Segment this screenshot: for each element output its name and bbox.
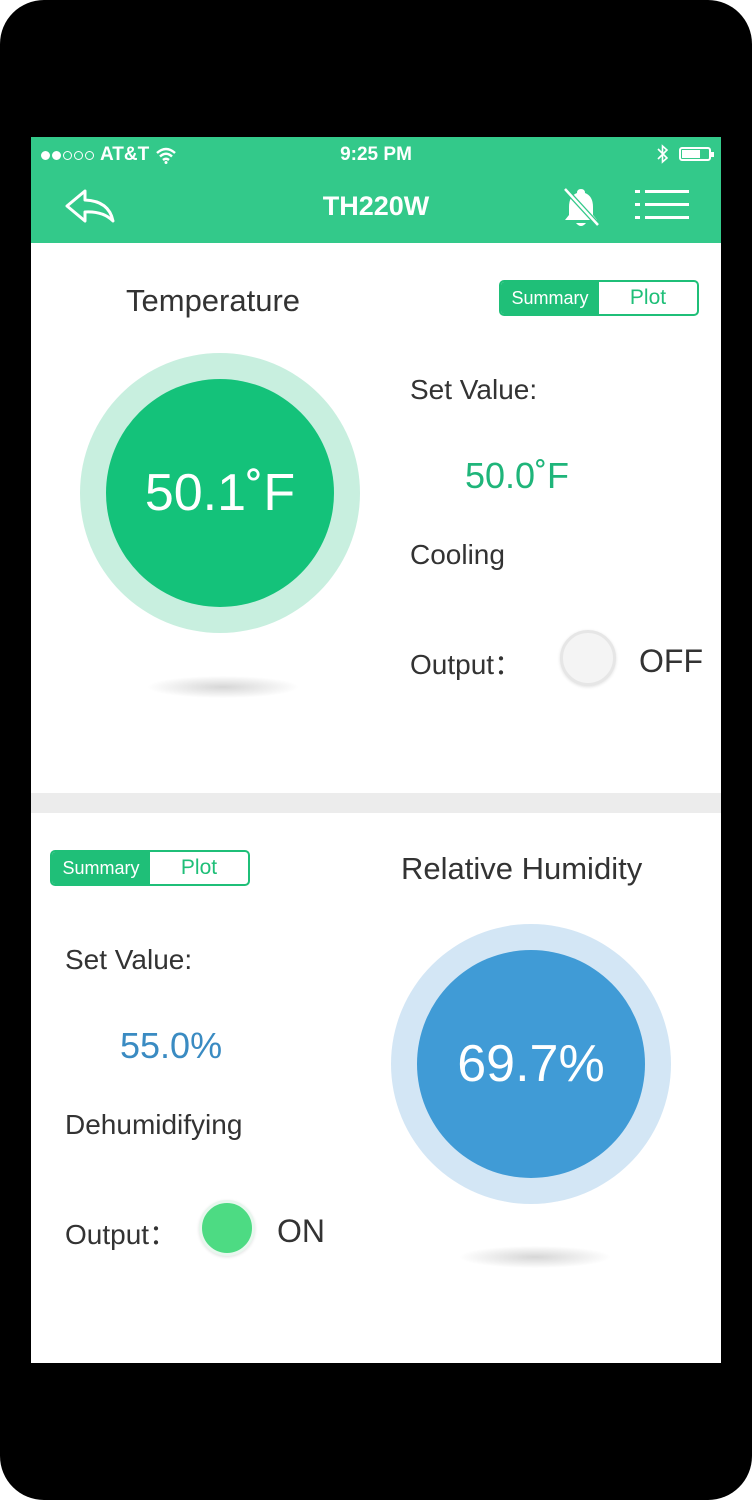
temperature-view-toggle[interactable]: Summary Plot [499,280,699,316]
temperature-output-label: Output： [410,649,523,680]
humidity-mode: Dehumidifying [65,1109,243,1140]
humidity-card: Summary Plot Relative Humidity Set Value… [31,813,721,1363]
humidity-plot-tab[interactable]: Plot [150,852,248,884]
battery-icon [679,147,714,161]
menu-icon[interactable] [635,187,689,223]
temperature-gauge: 50.1˚F [80,353,360,633]
temperature-set-value: 50.0˚F [465,455,570,496]
app-header: AT&T 9:25 PM TH220W [31,137,721,243]
temperature-mode: Cooling [410,539,505,570]
temperature-heading: Temperature [126,283,301,318]
temperature-output-indicator [560,630,616,686]
temperature-shadow-ellipse [148,676,298,698]
humidity-heading: Relative Humidity [401,851,643,886]
temperature-set-value-label: Set Value: [410,374,538,405]
app-screen: AT&T 9:25 PM TH220W Temperature Summary … [31,137,721,1363]
humidity-shadow-ellipse [460,1246,610,1268]
humidity-summary-tab[interactable]: Summary [52,852,150,884]
temperature-summary-tab[interactable]: Summary [501,282,599,314]
humidity-set-value: 55.0% [120,1025,223,1066]
status-time: 9:25 PM [340,144,412,165]
status-right [657,144,714,164]
temperature-card: Temperature Summary Plot 50.1˚F Set Valu… [31,243,721,836]
temperature-output-state: OFF [639,643,703,679]
temperature-plot-tab[interactable]: Plot [599,282,697,314]
humidity-gauge: 69.7% [391,924,671,1204]
humidity-output-label: Output： [65,1219,178,1250]
humidity-output-state: ON [277,1213,325,1249]
humidity-reading: 69.7% [417,950,645,1178]
section-divider [31,793,721,813]
temperature-reading: 50.1˚F [106,379,334,607]
bell-off-icon[interactable] [561,185,601,229]
bluetooth-icon [657,144,669,164]
humidity-output-indicator [199,1200,255,1256]
status-bar: AT&T 9:25 PM [31,137,721,171]
nav-bar: TH220W [31,177,721,243]
page-title: TH220W [322,191,430,221]
humidity-set-value-label: Set Value: [65,944,193,975]
humidity-view-toggle[interactable]: Summary Plot [50,850,250,886]
